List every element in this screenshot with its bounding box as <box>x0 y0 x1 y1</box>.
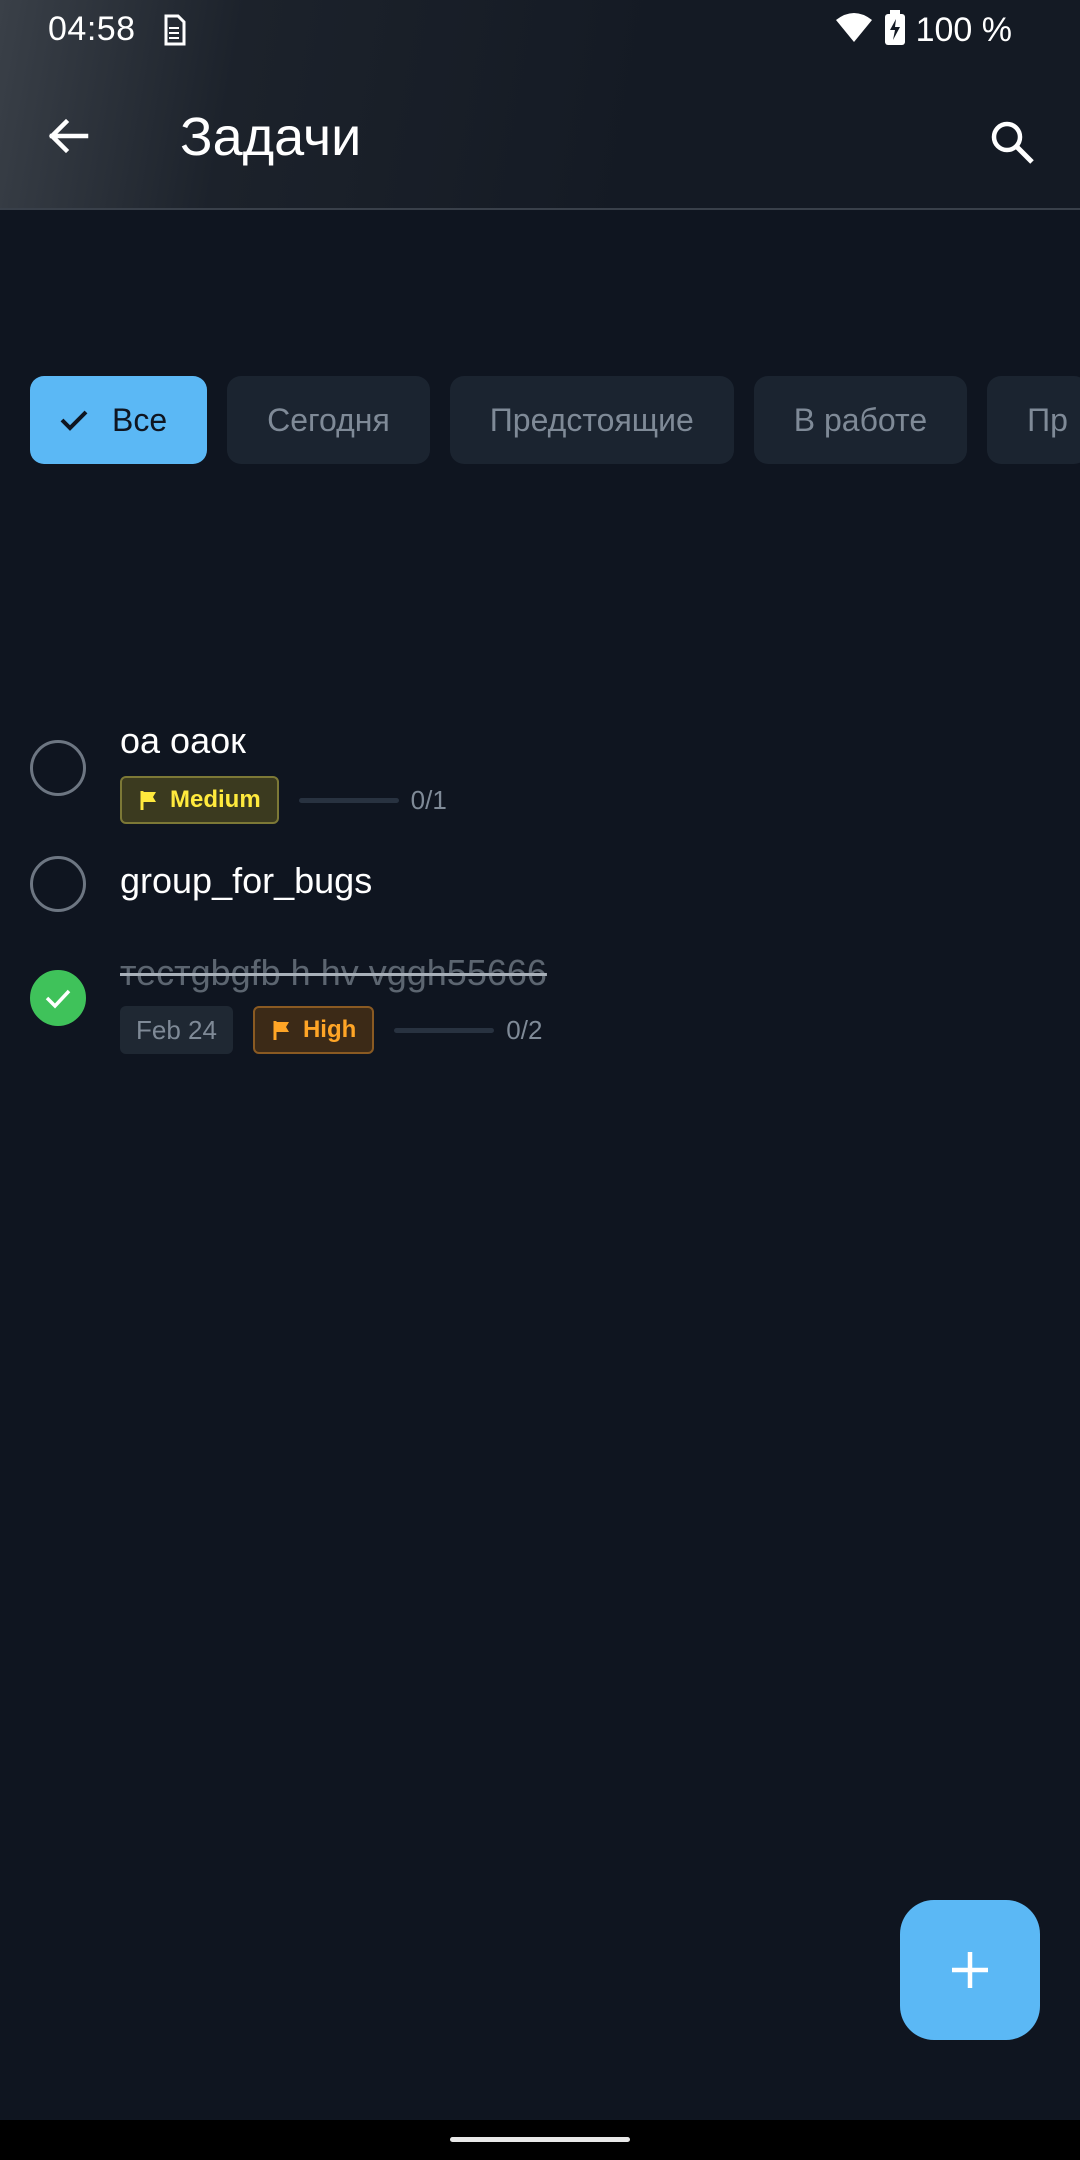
task-checkbox[interactable] <box>30 740 86 796</box>
filter-chips: Все Сегодня Предстоящие В работе Пр <box>30 376 1080 464</box>
task-title: group_for_bugs <box>120 860 373 901</box>
priority-label: High <box>302 1016 357 1043</box>
subtask-progress-bar <box>394 1027 495 1033</box>
task-item[interactable]: оа оаок Medium 0/1 <box>0 720 1080 830</box>
task-title: оа оаок <box>120 720 246 761</box>
check-icon <box>54 400 94 440</box>
filter-chip-today[interactable]: Сегодня <box>227 376 430 464</box>
priority-badge: High <box>252 1006 375 1054</box>
top-bar: 04:58 100 % Задачи <box>0 0 1080 210</box>
filter-chip-label: Пр <box>1027 401 1068 438</box>
search-button[interactable] <box>974 104 1050 180</box>
due-date-badge: Feb 24 <box>120 1006 233 1054</box>
sim-icon <box>158 12 188 48</box>
filter-chip-in-progress[interactable]: В работе <box>753 376 968 464</box>
plus-icon <box>952 1952 988 1988</box>
priority-label: Medium <box>170 786 261 813</box>
task-title: тестgbgfb h hv vggh55666 <box>120 952 547 993</box>
add-task-button[interactable] <box>900 1900 1040 2040</box>
priority-badge: Medium <box>120 776 279 824</box>
subtask-progress-bar <box>298 797 399 803</box>
back-button[interactable] <box>36 104 100 168</box>
task-meta: Feb 24 High 0/2 <box>120 1006 542 1054</box>
task-checkbox[interactable] <box>30 856 86 912</box>
status-bar: 04:58 100 % <box>0 0 1080 58</box>
subtask-progress-text: 0/2 <box>506 1014 543 1045</box>
filter-chip-overdue[interactable]: Пр <box>987 376 1080 464</box>
subtask-progress-text: 0/1 <box>410 784 447 815</box>
filter-chip-all[interactable]: Все <box>30 376 208 464</box>
task-meta: Medium 0/1 <box>120 776 447 824</box>
flag-icon <box>140 791 156 810</box>
filter-chip-label: Все <box>112 401 168 438</box>
flag-icon <box>273 1021 289 1040</box>
page-title: Задачи <box>180 107 362 167</box>
task-item[interactable]: тестgbgfb h hv vggh55666 Feb 24 High 0/2 <box>0 950 1080 1060</box>
battery-percent: 100 % <box>915 11 1012 49</box>
system-nav-bar <box>0 2120 1080 2160</box>
status-icons: 100 % <box>834 10 1012 51</box>
check-icon <box>45 989 71 1009</box>
task-item[interactable]: group_for_bugs <box>0 856 1080 916</box>
filter-chip-upcoming[interactable]: Предстоящие <box>449 376 734 464</box>
home-gesture-handle[interactable] <box>450 2137 630 2142</box>
filter-chip-label: Предстоящие <box>489 401 694 438</box>
arrow-left-icon <box>48 118 89 154</box>
filter-chip-label: Сегодня <box>267 401 390 438</box>
search-icon <box>991 121 1034 164</box>
status-time: 04:58 <box>48 10 136 48</box>
tasks-screen: 04:58 100 % Задачи Все Сегодня Предстоящ… <box>0 0 1080 2160</box>
filter-chip-label: В работе <box>793 401 928 438</box>
battery-charging-icon <box>884 10 906 51</box>
task-checkbox-checked[interactable] <box>30 970 86 1026</box>
wifi-icon <box>834 12 874 49</box>
